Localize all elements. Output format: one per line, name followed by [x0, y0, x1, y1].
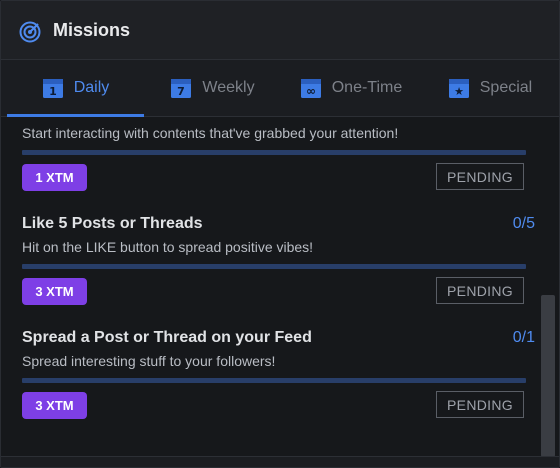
mission-description: Hit on the LIKE button to spread positiv…	[22, 239, 314, 255]
missions-panel: Missions 1 Daily 7 Weekly ∞ One-Time ★ S…	[0, 0, 560, 468]
tab-special[interactable]: ★ Special	[421, 60, 559, 116]
reward-badge: 1 XTM	[22, 164, 87, 191]
mission-title: Spread a Post or Thread on your Feed	[22, 329, 312, 346]
mission-progress-bar	[22, 264, 526, 269]
panel-title: Missions	[53, 20, 131, 40]
mission-description: Start interacting with contents that've …	[22, 125, 399, 141]
calendar-day-icon: 1	[42, 79, 63, 98]
tab-bar: 1 Daily 7 Weekly ∞ One-Time ★ Special	[1, 60, 559, 117]
svg-text:7: 7	[178, 85, 186, 98]
tab-one-time-label: One-Time	[331, 79, 403, 96]
panel-header: Missions	[1, 1, 559, 60]
panel-footer	[1, 456, 559, 467]
scrollbar-thumb[interactable]	[541, 295, 555, 457]
mission-status-button[interactable]: PENDING	[436, 277, 524, 304]
calendar-infinity-icon: ∞	[300, 79, 321, 98]
mission-progress-count: 0/1	[512, 329, 535, 346]
mission-description: Spread interesting stuff to your followe…	[22, 353, 276, 369]
tab-daily-label: Daily	[73, 79, 110, 96]
tab-special-label: Special	[479, 79, 533, 96]
mission-progress-bar	[22, 150, 526, 155]
svg-text:1: 1	[49, 85, 57, 98]
reward-badge: 3 XTM	[22, 278, 87, 305]
target-icon	[19, 21, 41, 43]
mission-status-button[interactable]: PENDING	[436, 391, 524, 418]
mission-list[interactable]: Start interacting with contents that've …	[1, 117, 559, 457]
svg-text:★: ★	[454, 85, 464, 98]
reward-badge: 3 XTM	[22, 392, 87, 419]
mission-title: Like 5 Posts or Threads	[22, 215, 203, 232]
svg-text:∞: ∞	[306, 84, 316, 98]
mission-progress-bar	[22, 378, 526, 383]
calendar-star-icon: ★	[448, 79, 469, 98]
tab-weekly[interactable]: 7 Weekly	[144, 60, 281, 116]
mission-progress-count: 0/5	[512, 215, 535, 232]
tab-one-time[interactable]: ∞ One-Time	[281, 60, 421, 116]
mission-status-button[interactable]: PENDING	[436, 163, 524, 190]
calendar-week-icon: 7	[171, 79, 192, 98]
tab-daily[interactable]: 1 Daily	[7, 60, 144, 117]
tab-weekly-label: Weekly	[202, 79, 255, 96]
